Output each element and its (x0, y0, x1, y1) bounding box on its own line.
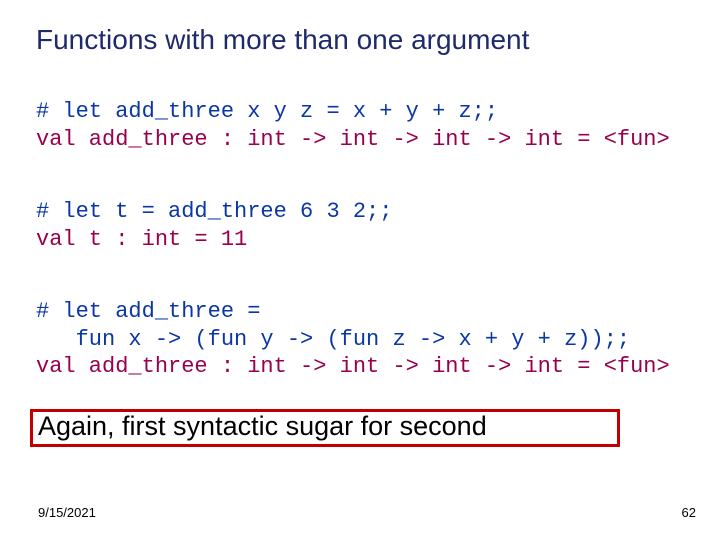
slide-title: Functions with more than one argument (36, 24, 529, 56)
code-block-3: # let add_three = fun x -> (fun y -> (fu… (36, 298, 670, 381)
code-block-2: # let t = add_three 6 3 2;; val t : int … (36, 198, 392, 253)
code-block-1: # let add_three x y z = x + y + z;; val … (36, 98, 670, 153)
code-prompt-2: # let t = add_three 6 3 2;; (36, 199, 392, 224)
code-response-2: val t : int = 11 (36, 227, 247, 252)
code-prompt-3b: fun x -> (fun y -> (fun z -> x + y + z))… (36, 327, 630, 352)
code-prompt-3a: # let add_three = (36, 299, 260, 324)
code-response-3: val add_three : int -> int -> int -> int… (36, 354, 670, 379)
footer-page-number: 62 (682, 505, 696, 520)
footer-date: 9/15/2021 (38, 505, 96, 520)
callout-text: Again, first syntactic sugar for second (38, 411, 487, 442)
code-prompt-1: # let add_three x y z = x + y + z;; (36, 99, 498, 124)
code-response-1: val add_three : int -> int -> int -> int… (36, 127, 670, 152)
